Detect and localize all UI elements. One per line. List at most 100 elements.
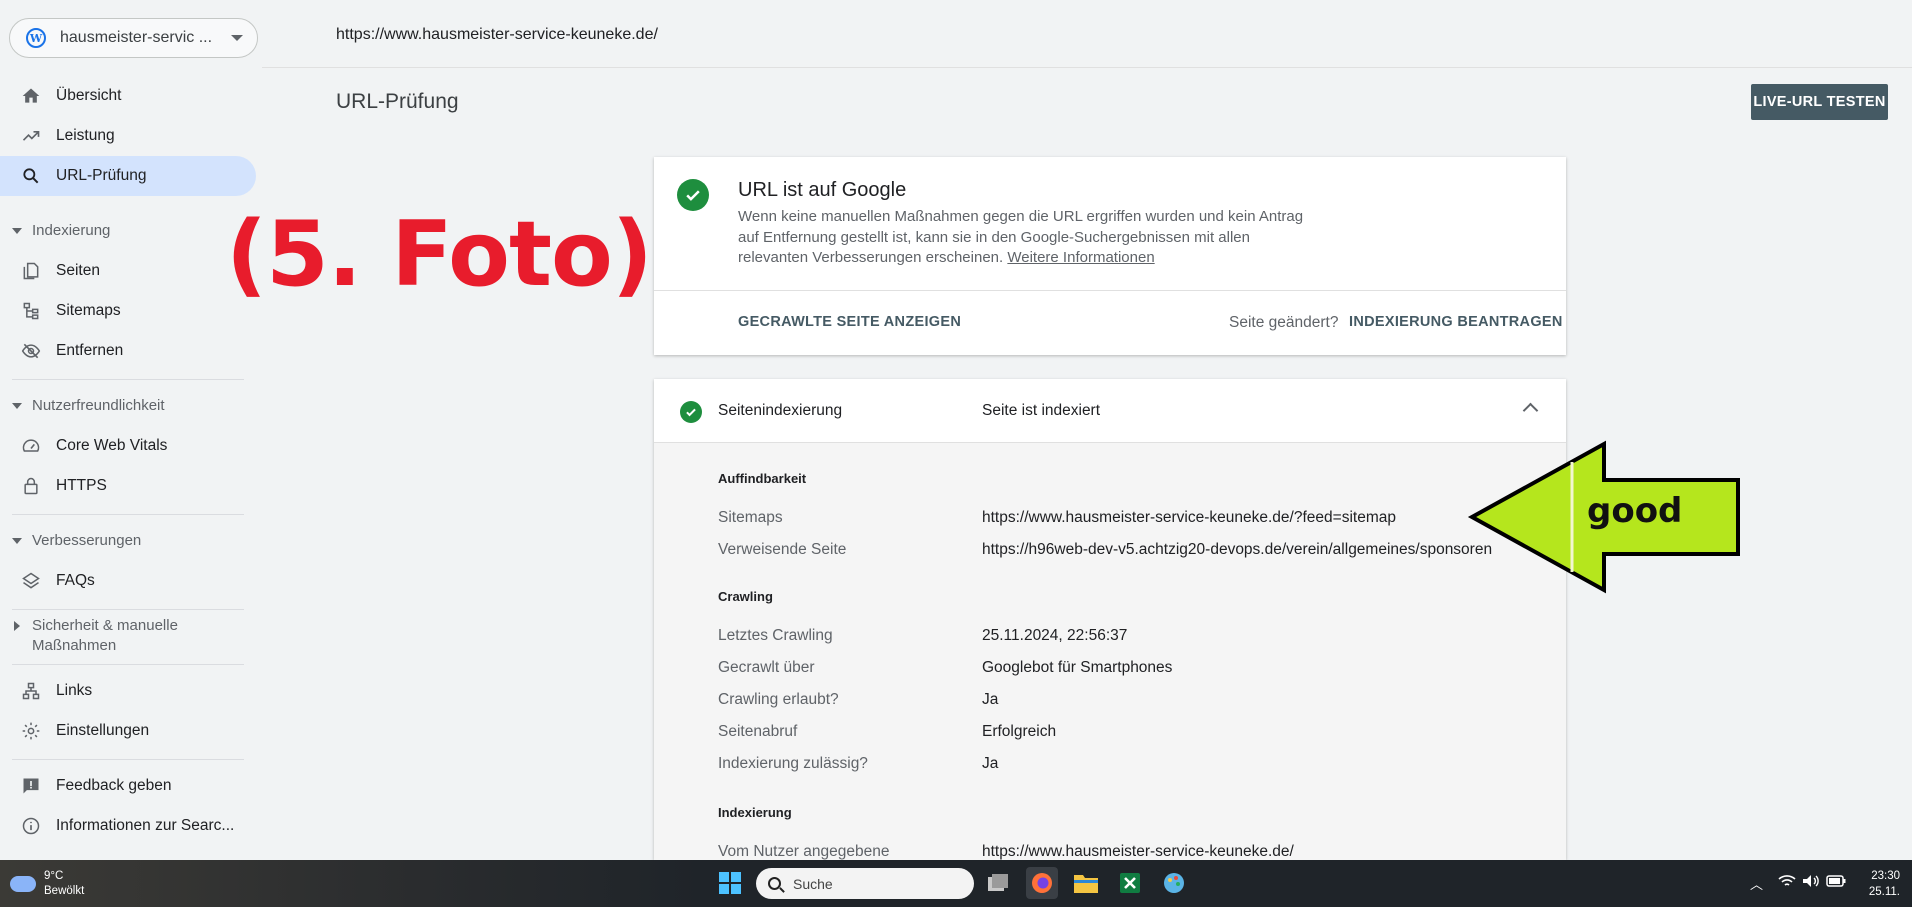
sidebar-item-sitemaps[interactable]: Sitemaps — [0, 291, 256, 331]
section-label: Verbesserungen — [32, 532, 142, 549]
sidebar-item-label: Übersicht — [56, 87, 122, 104]
page-fetch-value: Erfolgreich — [982, 723, 1057, 740]
sidebar-item-label: Seiten — [56, 262, 100, 279]
wordpress-icon: W — [26, 28, 46, 48]
view-crawled-page-button[interactable]: GECRAWLTE SEITE ANZEIGEN — [738, 314, 961, 330]
sidebar-item-performance[interactable]: Leistung — [0, 116, 256, 156]
user-canonical-label: Vom Nutzer angegebene — [718, 843, 890, 860]
crawled-as-label: Gecrawlt über — [718, 659, 815, 676]
system-clock[interactable]: 23:30 25.11. — [1869, 868, 1900, 900]
sidebar-item-overview[interactable]: Übersicht — [0, 76, 256, 116]
page-indexing-header[interactable]: Seitenindexierung Seite ist indexiert — [654, 379, 1566, 443]
learn-more-link[interactable]: Weitere Informationen — [1007, 249, 1154, 266]
section-enhancements[interactable]: Verbesserungen — [0, 531, 250, 551]
property-label: hausmeister-servic ... — [60, 29, 213, 46]
last-crawl-label: Letztes Crawling — [718, 627, 833, 644]
sidebar-item-label: Links — [56, 682, 93, 699]
sidebar-item-label: Sitemaps — [56, 302, 121, 319]
indexing-allowed-value: Ja — [982, 755, 999, 772]
header-divider — [262, 67, 1912, 68]
indexing-allowed-label: Indexierung zulässig? — [718, 755, 868, 772]
clock-date: 25.11. — [1868, 886, 1900, 898]
test-live-url-button[interactable]: LIVE-URL TESTEN — [1751, 84, 1888, 120]
taskbar-search-label: Suche — [793, 875, 833, 892]
divider — [12, 379, 244, 380]
links-icon — [20, 680, 42, 702]
search-icon — [20, 165, 42, 187]
excel-icon[interactable] — [1114, 867, 1146, 899]
divider — [12, 759, 244, 760]
sidebar-item-about[interactable]: Informationen zur Searc... — [0, 806, 256, 846]
card-divider — [654, 290, 1566, 291]
status-title: URL ist auf Google — [738, 179, 907, 201]
sidebar-item-label: Core Web Vitals — [56, 437, 168, 454]
collapse-icon — [12, 403, 22, 409]
divider — [12, 609, 244, 610]
inspected-url[interactable]: https://www.hausmeister-service-keuneke.… — [336, 26, 658, 44]
crawl-allowed-label: Crawling erlaubt? — [718, 691, 839, 708]
file-explorer-icon[interactable] — [1070, 867, 1102, 899]
show-hidden-icons-icon[interactable]: ︿ — [1750, 874, 1763, 893]
sidebar-item-url-inspection[interactable]: URL-Prüfung — [0, 156, 256, 196]
sidebar-item-pages[interactable]: Seiten — [0, 251, 256, 291]
sidebar-item-label: Feedback geben — [56, 777, 172, 794]
section-label-line-1: Sicherheit & manuelle — [32, 617, 178, 634]
sidebar: W hausmeister-servic ... Übersicht Leist… — [0, 0, 262, 860]
battery-icon[interactable] — [1826, 874, 1846, 891]
page-changed-label: Seite geändert? — [1229, 314, 1339, 331]
weather-condition: Bewölkt — [44, 885, 85, 897]
trending-up-icon — [20, 125, 42, 147]
paint-icon[interactable] — [1158, 867, 1190, 899]
cloud-icon — [10, 876, 36, 892]
dropdown-icon — [231, 35, 243, 41]
request-indexing-button[interactable]: INDEXIERUNG BEANTRAGEN — [1349, 314, 1563, 330]
crawling-heading: Crawling — [718, 589, 773, 604]
divider — [12, 514, 244, 515]
sidebar-item-label: URL-Prüfung — [56, 167, 147, 184]
sidebar-item-links[interactable]: Links — [0, 671, 256, 711]
section-indexing[interactable]: Indexierung — [0, 221, 250, 241]
sidebar-item-settings[interactable]: Einstellungen — [0, 711, 256, 751]
sidebar-item-label: Einstellungen — [56, 722, 150, 739]
discovery-heading: Auffindbarkeit — [718, 471, 807, 486]
sidebar-item-label: HTTPS — [56, 477, 107, 494]
page-indexing-label: Seitenindexierung — [718, 402, 843, 419]
windows-start-icon[interactable] — [714, 867, 746, 899]
sidebar-item-removals[interactable]: Entfernen — [0, 331, 256, 371]
indexing-heading: Indexierung — [718, 805, 792, 820]
eye-off-icon — [20, 340, 42, 362]
check-circle-icon — [680, 401, 702, 423]
feedback-icon — [20, 775, 42, 797]
pages-icon — [20, 260, 42, 282]
divider — [12, 664, 244, 665]
task-view-icon[interactable] — [982, 867, 1014, 899]
sitemaps-label: Sitemaps — [718, 509, 783, 526]
weather-widget[interactable]: 9°C Bewölkt — [10, 869, 84, 899]
clock-time: 23:30 — [1871, 870, 1900, 882]
page-indexing-value: Seite ist indexiert — [982, 402, 1101, 419]
taskbar-search[interactable]: Suche — [756, 868, 974, 899]
sidebar-item-core-web-vitals[interactable]: Core Web Vitals — [0, 426, 256, 466]
last-crawl-value: 25.11.2024, 22:56:37 — [982, 627, 1128, 644]
search-icon — [768, 877, 781, 890]
sidebar-item-label: Leistung — [56, 127, 115, 144]
firefox-icon[interactable] — [1026, 867, 1058, 899]
layers-icon — [20, 570, 42, 592]
sitemap-icon — [20, 300, 42, 322]
wifi-icon[interactable] — [1778, 874, 1796, 891]
volume-icon[interactable] — [1802, 874, 1820, 891]
section-usability[interactable]: Nutzerfreundlichkeit — [0, 396, 250, 416]
photo-annotation: (5. Foto) — [226, 202, 653, 307]
referrer-value: https://h96web-dev-v5.achtzig20-devops.d… — [982, 541, 1493, 558]
user-canonical-value: https://www.hausmeister-service-keuneke.… — [982, 843, 1294, 860]
sidebar-item-faqs[interactable]: FAQs — [0, 561, 256, 601]
sidebar-item-feedback[interactable]: Feedback geben — [0, 766, 256, 806]
property-selector[interactable]: W hausmeister-servic ... — [9, 18, 258, 58]
sidebar-item-https[interactable]: HTTPS — [0, 466, 256, 506]
referrer-label: Verweisende Seite — [718, 541, 847, 558]
lock-icon — [20, 475, 42, 497]
home-icon — [20, 85, 42, 107]
section-security[interactable]: Sicherheit & manuelle Maßnahmen — [0, 616, 250, 656]
info-icon — [20, 815, 42, 837]
chevron-up-icon[interactable] — [1522, 402, 1539, 419]
